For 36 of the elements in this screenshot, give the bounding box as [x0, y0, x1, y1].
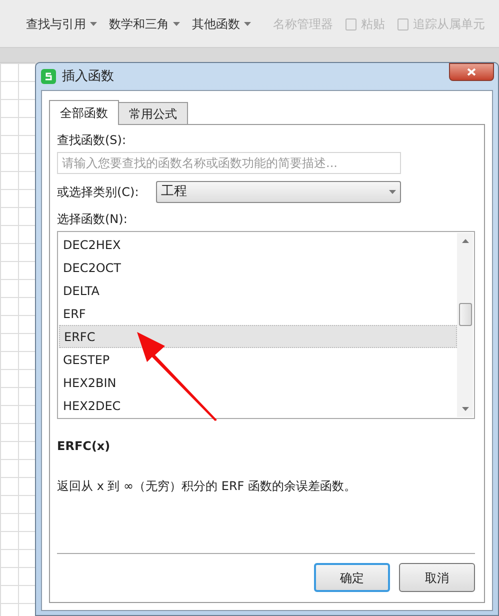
function-list-label: 选择函数(N):: [57, 211, 128, 228]
function-description: 返回从 x 到 ∞（无穷）积分的 ERF 函数的余误差函数。: [57, 478, 357, 495]
app-logo-icon: [41, 69, 56, 84]
function-signature: ERFC(x): [57, 438, 112, 455]
caret-icon: [462, 407, 468, 411]
tab[interactable]: 全部函数: [49, 100, 119, 125]
ok-button[interactable]: 确定: [314, 563, 390, 592]
dialog-title: 插入函数: [62, 68, 114, 86]
function-item[interactable]: ERFC: [59, 325, 457, 348]
tab[interactable]: 常用公式: [118, 102, 188, 124]
ribbon-button[interactable]: 查找与引用: [26, 15, 97, 33]
caret-icon: [389, 190, 396, 194]
category-dropdown[interactable]: 工程: [156, 181, 401, 203]
caret-icon: [90, 22, 97, 26]
search-label: 查找函数(S):: [57, 132, 128, 149]
function-item[interactable]: DEC2OCT: [59, 256, 457, 279]
scrollbar[interactable]: [457, 233, 473, 417]
function-item[interactable]: DELTA: [59, 279, 457, 302]
clipboard-icon: [345, 17, 357, 31]
category-label: 或选择类别(C):: [57, 184, 140, 201]
ribbon-button[interactable]: 数学和三角: [109, 15, 180, 33]
close-button[interactable]: [449, 63, 494, 81]
function-item[interactable]: ERF: [59, 302, 457, 325]
cancel-button[interactable]: 取消: [399, 563, 475, 592]
function-item[interactable]: HEX2BIN: [59, 371, 457, 394]
close-icon: [467, 68, 476, 76]
clipboard-icon: [397, 17, 409, 31]
caret-icon: [462, 239, 468, 243]
caret-icon: [244, 22, 251, 26]
function-item[interactable]: HEX2DEC: [59, 394, 457, 417]
ribbon-button[interactable]: 其他函数: [192, 15, 251, 33]
scrollbar-thumb[interactable]: [458, 303, 472, 326]
function-item[interactable]: DEC2HEX: [59, 233, 457, 256]
search-field[interactable]: 请输入您要查找的函数名称或函数功能的简要描述...: [57, 152, 401, 174]
caret-icon: [173, 22, 180, 26]
function-item[interactable]: GESTEP: [59, 348, 457, 371]
